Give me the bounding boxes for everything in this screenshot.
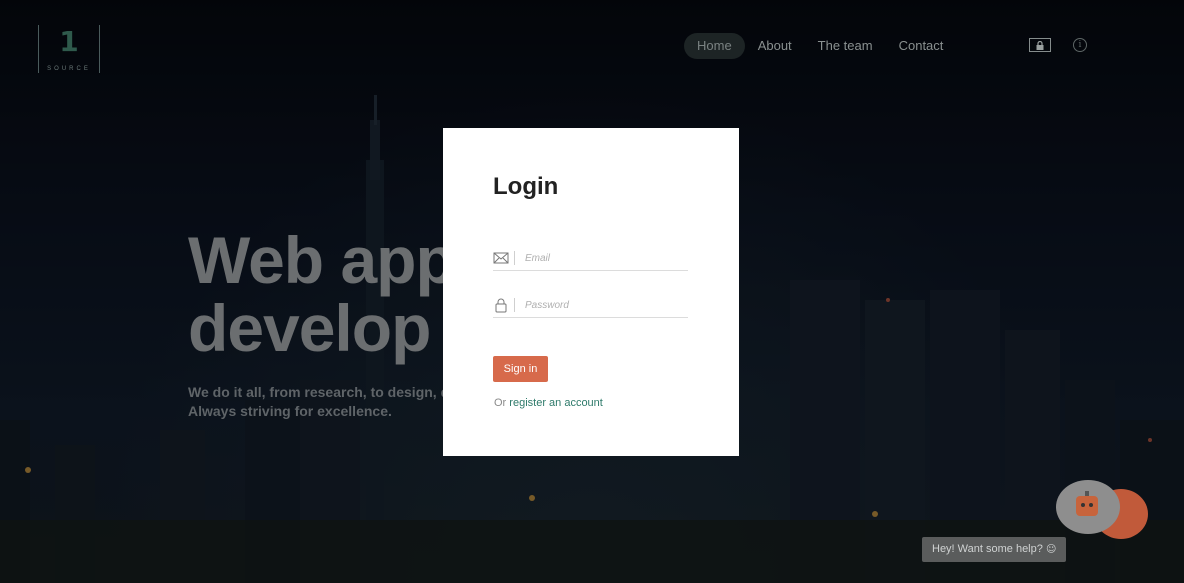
- nav-the-team[interactable]: The team: [805, 33, 886, 59]
- login-title: Login: [493, 173, 559, 200]
- field-separator: [514, 298, 515, 312]
- email-input[interactable]: [525, 249, 685, 267]
- hero-title: Web app develop: [188, 223, 456, 365]
- password-field: [493, 293, 688, 318]
- nav-contact[interactable]: Contact: [886, 33, 957, 59]
- info-icon[interactable]: i: [1073, 38, 1087, 52]
- envelope-icon: [493, 252, 509, 264]
- main-nav: Home About The team Contact: [684, 33, 956, 59]
- register-line: Or register an account: [494, 397, 603, 409]
- nav-home[interactable]: Home: [684, 33, 745, 59]
- nav-about[interactable]: About: [745, 33, 805, 59]
- logo-number: 1: [59, 25, 79, 58]
- chat-prompt-text: Hey! Want some help?: [932, 543, 1043, 555]
- chat-prompt[interactable]: Hey! Want some help? ☺: [922, 537, 1067, 562]
- field-separator: [514, 251, 515, 265]
- register-link[interactable]: register an account: [509, 397, 603, 409]
- lock-button[interactable]: [1029, 38, 1051, 52]
- sign-in-button[interactable]: Sign in: [493, 356, 548, 382]
- email-field: [493, 246, 688, 271]
- or-text: Or: [494, 397, 507, 409]
- lock-icon: [1036, 40, 1044, 50]
- login-modal: Login Sign in Or register an account: [443, 128, 739, 456]
- logo-word: SOURCE: [47, 66, 91, 72]
- hero-subtitle: We do it all, from research, to design, …: [188, 384, 449, 419]
- password-input[interactable]: [525, 296, 685, 314]
- smiley-icon: ☺: [1045, 544, 1057, 555]
- padlock-icon: [495, 298, 507, 313]
- robot-icon: [1076, 491, 1098, 516]
- brand-logo[interactable]: 1 SOURCE: [38, 25, 100, 73]
